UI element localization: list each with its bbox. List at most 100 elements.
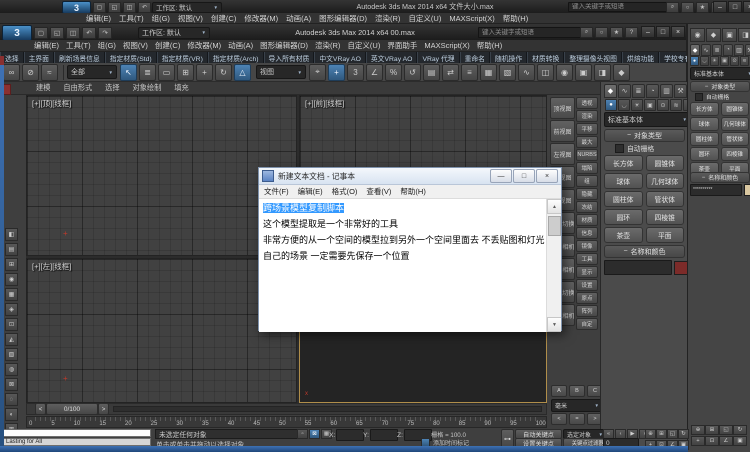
- y-coordinate-input[interactable]: [370, 429, 398, 441]
- save-file-icon[interactable]: ◫: [123, 2, 136, 13]
- undo-icon[interactable]: ↶: [138, 2, 151, 13]
- select-by-name-icon[interactable]: ≣: [139, 64, 156, 81]
- viewport-action-button[interactable]: 自定: [576, 318, 598, 330]
- viewport-action-button[interactable]: 镜像: [576, 240, 598, 252]
- zoom-extents-icon[interactable]: ◱: [719, 425, 733, 435]
- bg-menu-item[interactable]: 工具(T): [119, 13, 144, 24]
- viewport-action-button[interactable]: 平移: [576, 123, 598, 135]
- viewport-action-button[interactable]: 显示: [576, 266, 598, 278]
- compare-button[interactable]: <: [551, 413, 567, 425]
- fg-app-button[interactable]: 3: [2, 25, 32, 41]
- custom-script-tab[interactable]: 材质转换: [527, 52, 564, 63]
- bg-close-button[interactable]: ×: [743, 1, 750, 13]
- primitive-button[interactable]: 几何球体: [646, 173, 685, 189]
- bg-menu-item[interactable]: 视图(V): [178, 13, 203, 24]
- custom-script-tab[interactable]: 英文VRay AO: [366, 52, 418, 63]
- fg-menu-item[interactable]: MAXScript(X): [424, 41, 469, 50]
- ribbon-tab[interactable]: 选择: [105, 83, 119, 93]
- material-editor-icon[interactable]: ◉: [556, 64, 573, 81]
- viewport-front-label[interactable]: [+][前][线框]: [305, 98, 344, 109]
- zoom-icon[interactable]: ⊕: [645, 429, 656, 439]
- notepad-minimize-button[interactable]: —: [490, 169, 512, 183]
- time-slider-track[interactable]: [113, 406, 542, 412]
- object-color-swatch[interactable]: [674, 261, 688, 275]
- left-toolbar-button[interactable]: ⊡: [5, 318, 18, 331]
- motion-tab-icon[interactable]: ◔: [723, 44, 733, 56]
- search-icon[interactable]: ⌕: [580, 27, 593, 38]
- pan-icon[interactable]: +: [691, 436, 705, 446]
- left-toolbar-button[interactable]: ◉: [5, 273, 18, 286]
- primitive-button[interactable]: 圆环: [604, 209, 643, 225]
- zoom-all-icon[interactable]: ⊞: [656, 429, 667, 439]
- fg-menu-item[interactable]: 渲染(R): [315, 40, 340, 51]
- viewport-tool-button[interactable]: 顶视图: [550, 97, 575, 119]
- favorites-icon[interactable]: ★: [696, 2, 709, 13]
- bg-autogrid-checkbox[interactable]: 自动栅格: [695, 92, 729, 101]
- custom-script-tab[interactable]: 烘焙功能: [622, 52, 659, 63]
- viewport-action-button[interactable]: 工具: [576, 253, 598, 265]
- named-selection-icon[interactable]: ▤: [423, 64, 440, 81]
- new-file-icon[interactable]: ▢: [93, 2, 106, 13]
- fg-menu-item[interactable]: 视图(V): [123, 40, 148, 51]
- fg-restore-button[interactable]: □: [656, 26, 670, 38]
- bg-object-type-rollout[interactable]: − 对象类型: [690, 81, 750, 92]
- custom-script-tab[interactable]: 重命名: [460, 52, 490, 63]
- maxscript-listener-top[interactable]: [3, 429, 151, 437]
- fg-menu-item[interactable]: 组(G): [98, 40, 116, 51]
- bg-primitive-button[interactable]: 圆柱体: [690, 132, 719, 146]
- search-icon[interactable]: ⌕: [666, 2, 679, 13]
- create-tab-icon[interactable]: ◆: [690, 44, 700, 56]
- angle-snap-icon[interactable]: ∠: [366, 64, 383, 81]
- compare-button[interactable]: =: [569, 413, 585, 425]
- x-coordinate-input[interactable]: [336, 429, 364, 441]
- select-manipulate-icon[interactable]: +: [328, 64, 345, 81]
- viewport-action-button[interactable]: 组: [576, 175, 598, 187]
- open-file-icon[interactable]: ◱: [108, 2, 121, 13]
- display-tab-icon[interactable]: ▥: [660, 84, 673, 98]
- fg-menu-item[interactable]: 修改器(M): [187, 40, 221, 51]
- communication-center-icon[interactable]: ○: [595, 27, 608, 38]
- fg-close-button[interactable]: ×: [671, 26, 685, 38]
- select-move-icon[interactable]: +: [196, 64, 213, 81]
- selection-lock-icon[interactable]: ⊠: [309, 429, 320, 439]
- select-object-icon[interactable]: ↖: [120, 64, 137, 81]
- fg-menu-item[interactable]: 界面助手: [387, 40, 417, 51]
- object-name-input[interactable]: [604, 260, 672, 275]
- bg-menu-item[interactable]: 帮助(H): [503, 13, 528, 24]
- window-crossing-icon[interactable]: ⊞: [177, 64, 194, 81]
- open-file-icon[interactable]: ◱: [50, 27, 64, 39]
- fg-menu-item[interactable]: 创建(C): [155, 40, 180, 51]
- primitive-button[interactable]: 圆柱体: [604, 191, 643, 207]
- fg-menu-item[interactable]: 动画(A): [228, 40, 253, 51]
- helpers-icon[interactable]: ⊙: [730, 56, 739, 66]
- maxscript-listener-bottom[interactable]: Lasting for All: [3, 438, 151, 446]
- bg-restore-button[interactable]: □: [728, 1, 742, 13]
- bg-minimize-button[interactable]: –: [713, 1, 727, 13]
- scroll-up-icon[interactable]: ▲: [547, 199, 561, 214]
- notepad-titlebar[interactable]: 新建文本文档 - 记事本 —□×: [259, 168, 561, 185]
- object-type-rollout[interactable]: − 对象类型: [604, 129, 685, 142]
- percent-snap-icon[interactable]: %: [385, 64, 402, 81]
- render-setup-icon[interactable]: ▣: [575, 64, 592, 81]
- custom-script-tab[interactable]: 中文VRay AO: [314, 52, 366, 63]
- spinner-snap-icon[interactable]: ↺: [404, 64, 421, 81]
- unlink-selection-icon[interactable]: ⊘: [22, 64, 39, 81]
- viewport-action-button[interactable]: 隐藏: [576, 188, 598, 200]
- fg-workspace-dropdown[interactable]: 工作区: 默认: [138, 27, 210, 39]
- autogrid-checkbox[interactable]: 自动栅格: [615, 143, 654, 153]
- fg-menu-item[interactable]: 图形编辑器(D): [260, 40, 308, 51]
- viewport-action-button[interactable]: 冻结: [576, 201, 598, 213]
- left-toolbar-button[interactable]: ◌: [5, 393, 18, 406]
- render-production-icon[interactable]: ◆: [613, 64, 630, 81]
- selection-filter-dropdown[interactable]: 全部: [67, 65, 117, 79]
- bg-name-color-rollout[interactable]: − 名称和颜色: [690, 172, 750, 183]
- time-slider-handle[interactable]: 0/100: [46, 403, 98, 415]
- hierarchy-tab-icon[interactable]: ≣: [712, 44, 722, 56]
- bg-primitive-button[interactable]: 几何球体: [721, 117, 750, 131]
- bg-menu-item[interactable]: MAXScript(X): [449, 14, 494, 23]
- shapes-icon[interactable]: ◡: [700, 56, 709, 66]
- left-toolbar-button[interactable]: ▧: [5, 348, 18, 361]
- bg-menu-item[interactable]: 动画(A): [286, 13, 311, 24]
- left-toolbar-button[interactable]: ◭: [5, 333, 18, 346]
- viewport-action-button[interactable]: NURBS: [576, 149, 598, 161]
